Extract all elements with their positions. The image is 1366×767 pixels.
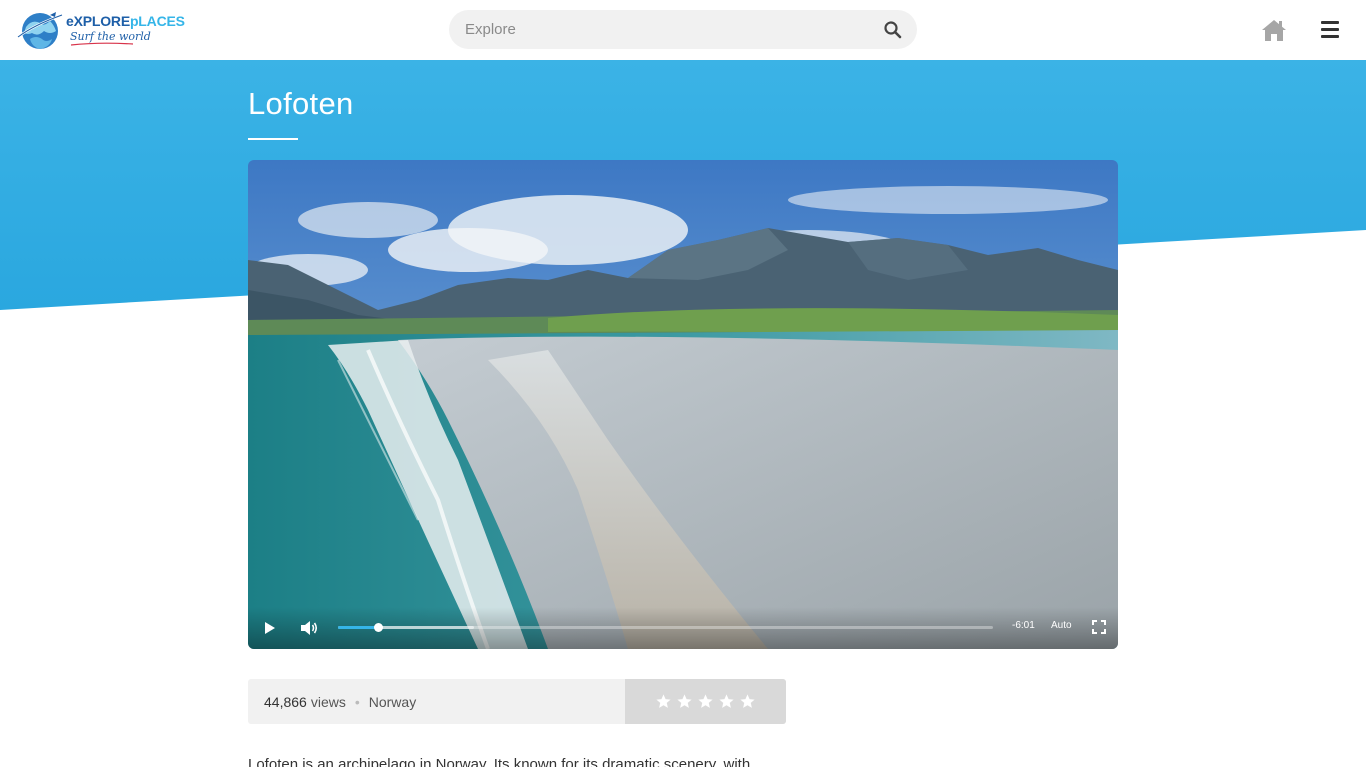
search-input[interactable] bbox=[465, 10, 855, 49]
fullscreen-icon[interactable] bbox=[1091, 619, 1107, 635]
logo-brand-text: eXPLOREpLACES bbox=[66, 13, 185, 29]
search-icon[interactable] bbox=[883, 20, 903, 40]
video-player[interactable]: -6:01 Auto bbox=[248, 160, 1118, 649]
hamburger-menu-icon[interactable] bbox=[1320, 20, 1340, 40]
home-icon[interactable] bbox=[1260, 17, 1288, 43]
page-title: Lofoten bbox=[248, 86, 354, 121]
location-link[interactable]: Norway bbox=[369, 694, 416, 710]
volume-icon[interactable] bbox=[298, 617, 320, 639]
remaining-time: -6:01 bbox=[1012, 620, 1035, 631]
progress-scrubber-handle[interactable] bbox=[373, 623, 383, 632]
rating-star-icon[interactable] bbox=[676, 693, 693, 710]
views-label: views bbox=[310, 693, 346, 710]
views-count: 44,866 bbox=[264, 693, 307, 710]
video-progress-bar[interactable] bbox=[338, 623, 993, 632]
top-navbar: eXPLOREpLACES Surf the world bbox=[0, 0, 1366, 60]
video-info-bar: 44,866 views • Norway bbox=[248, 679, 786, 724]
place-description: Lofoten is an archipelago in Norway. Its… bbox=[248, 756, 751, 767]
rating-star-icon[interactable] bbox=[655, 693, 672, 710]
quality-selector[interactable]: Auto bbox=[1051, 620, 1072, 631]
progress-played bbox=[338, 626, 378, 629]
logo-tagline: Surf the world bbox=[70, 30, 151, 43]
globe-logo-icon bbox=[17, 12, 63, 49]
video-frame-landscape bbox=[248, 160, 1118, 649]
rating-star-icon[interactable] bbox=[697, 693, 714, 710]
search-bar bbox=[449, 10, 917, 49]
site-logo[interactable]: eXPLOREpLACES Surf the world bbox=[16, 9, 186, 51]
play-icon[interactable] bbox=[260, 619, 278, 637]
video-controls: -6:01 Auto bbox=[248, 607, 1118, 649]
rating-star-icon[interactable] bbox=[718, 693, 735, 710]
page: eXPLOREpLACES Surf the world Lofoten bbox=[0, 0, 1366, 767]
separator-dot: • bbox=[354, 693, 360, 710]
title-underline bbox=[248, 138, 298, 140]
star-rating[interactable] bbox=[625, 679, 786, 724]
logo-tagline-swoosh bbox=[70, 42, 134, 46]
rating-star-icon[interactable] bbox=[739, 693, 756, 710]
